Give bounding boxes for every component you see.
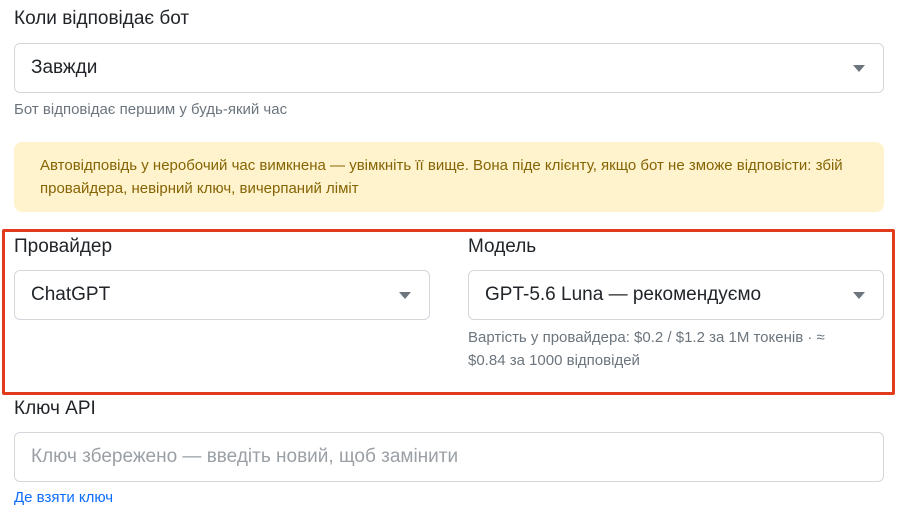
model-value: GPT-5.6 Luna — рекомендуємо [485, 284, 762, 305]
reply-mode-select[interactable]: Завжди [14, 43, 884, 93]
api-key-input[interactable] [14, 432, 884, 482]
model-select[interactable]: GPT-5.6 Luna — рекомендуємо [468, 270, 884, 320]
offhours-alert: Автовідповідь у неробочий час вимкнена —… [14, 142, 884, 212]
reply-mode-label: Коли відповідає бот [14, 8, 190, 29]
model-label: Модель [468, 236, 537, 257]
provider-value: ChatGPT [31, 284, 111, 305]
model-cost-hint-line1: Вартість у провайдера: $0.2 / $1.2 за 1M… [468, 329, 825, 346]
model-cost-hint-line2: $0.84 за 1000 відповідей [468, 352, 640, 369]
api-key-help-link[interactable]: Де взяти ключ [14, 487, 113, 509]
chevron-down-icon [853, 65, 865, 72]
reply-mode-hint: Бот відповідає першим у будь-який час [14, 101, 288, 118]
api-key-label: Ключ API [14, 398, 96, 419]
reply-mode-value: Завжди [31, 57, 98, 78]
provider-select[interactable]: ChatGPT [14, 270, 430, 320]
chevron-down-icon [853, 292, 865, 299]
provider-label: Провайдер [14, 236, 113, 257]
chevron-down-icon [399, 292, 411, 299]
